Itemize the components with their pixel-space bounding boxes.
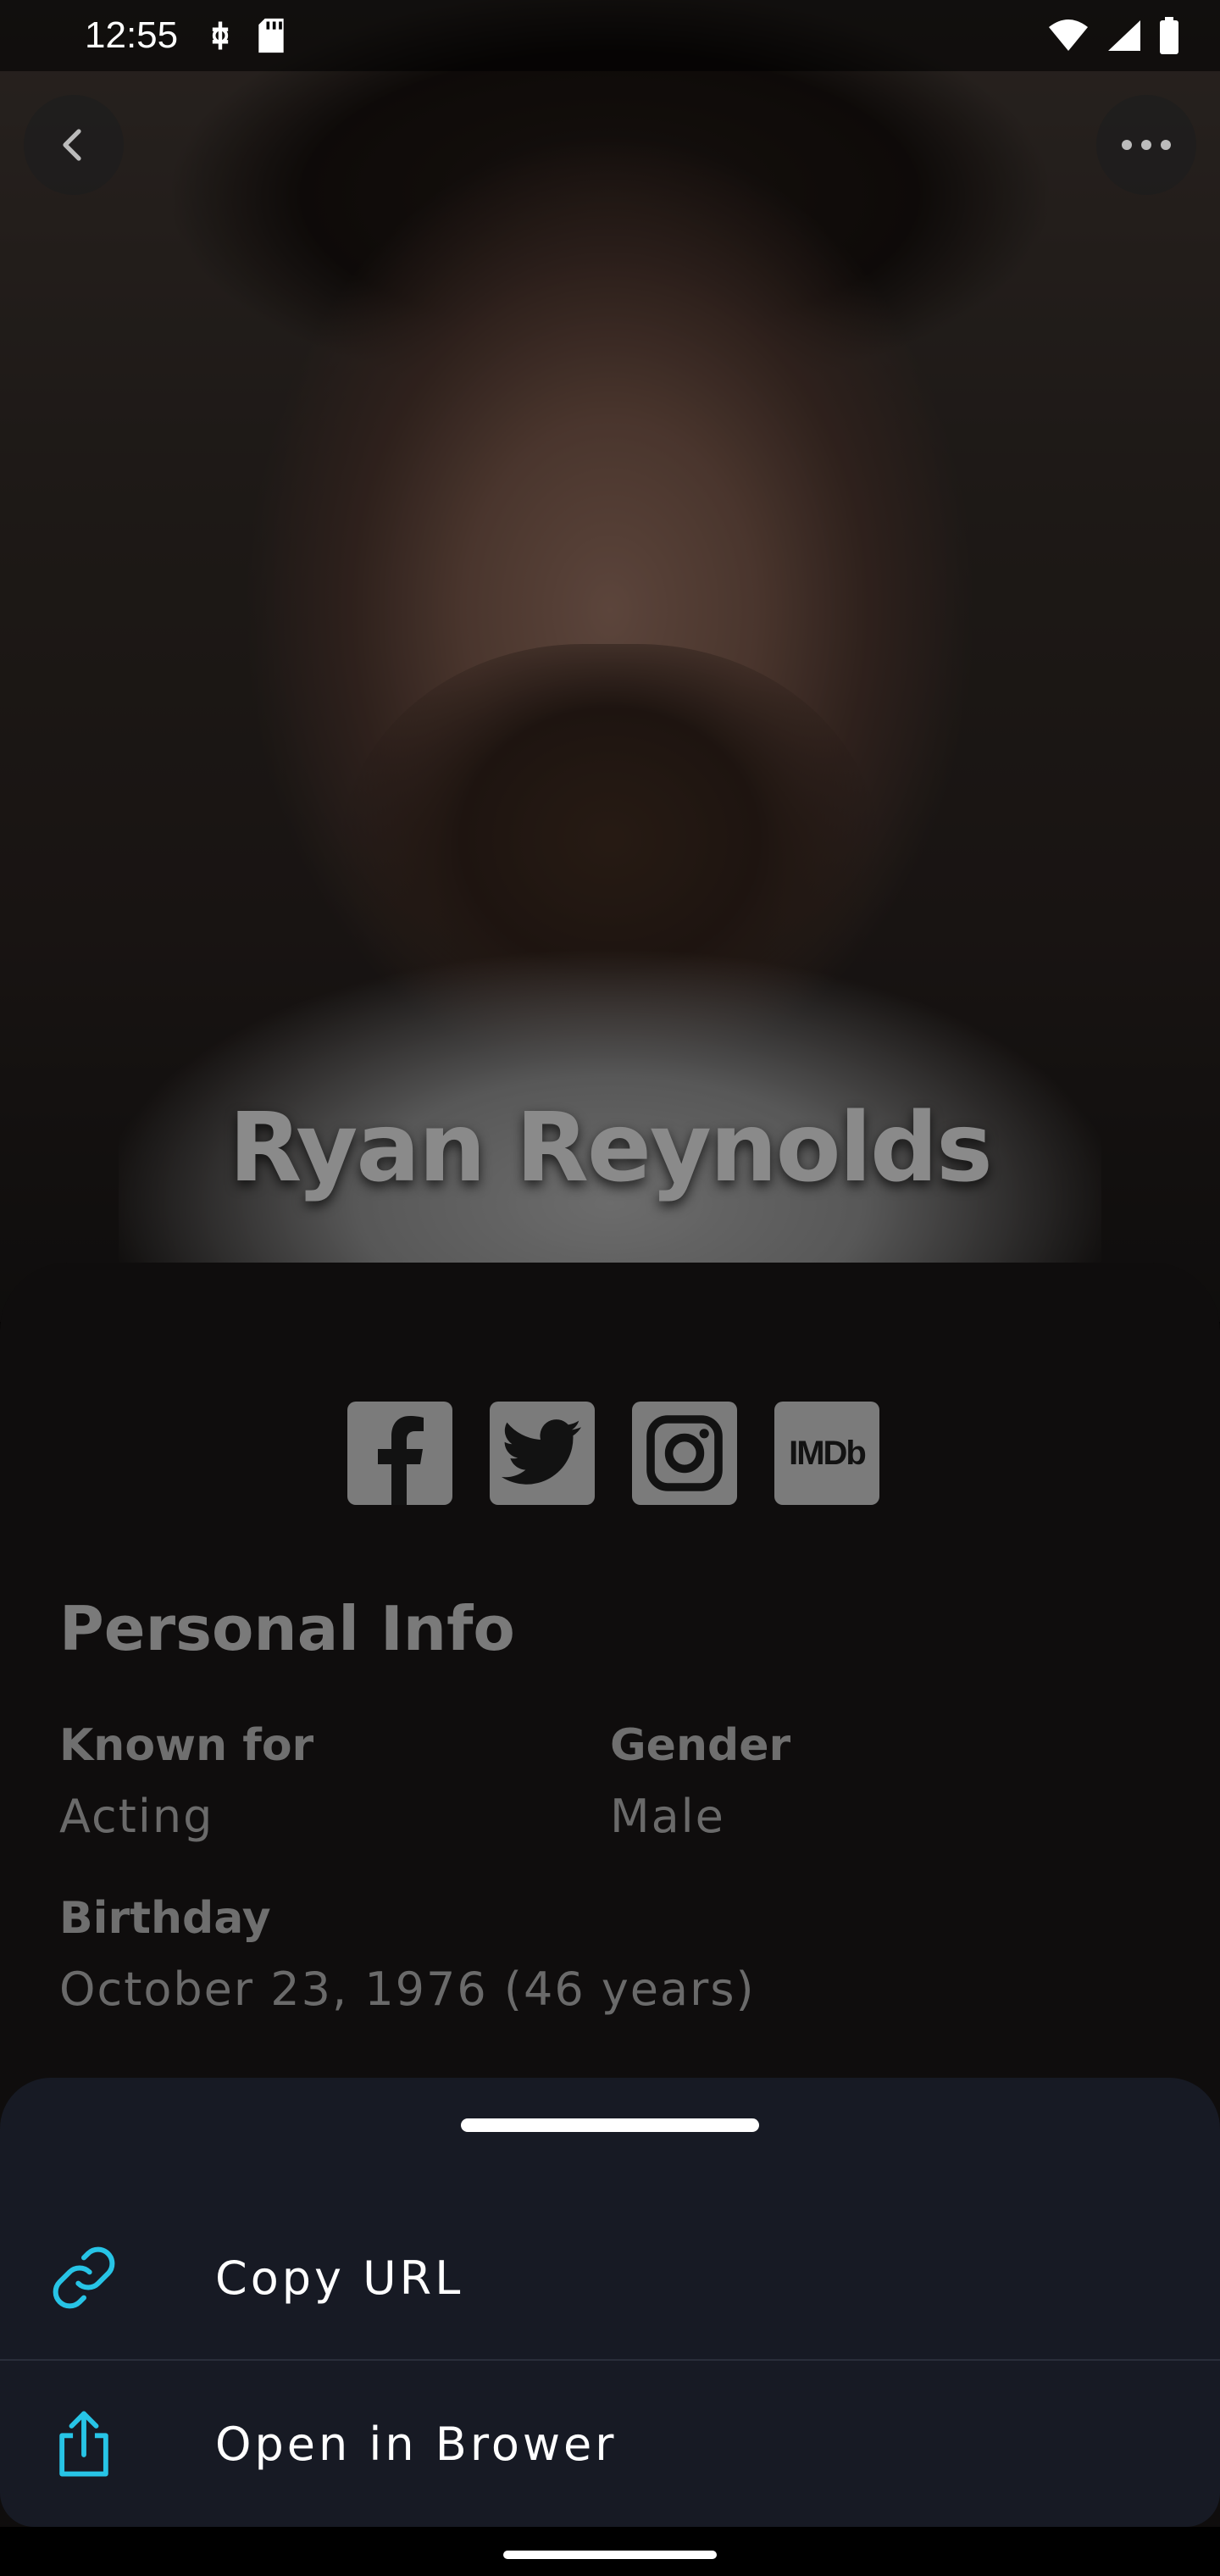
chevron-left-icon (63, 129, 81, 161)
copy-url-option[interactable]: Copy URL (0, 2195, 1220, 2361)
known-for-value: Acting (59, 1790, 214, 1843)
more-options-button[interactable] (1096, 95, 1196, 195)
birthday-value: October 23, 1976 (46 years) (59, 1963, 756, 2016)
status-bar: 12:55 (0, 0, 1220, 71)
back-button[interactable] (24, 95, 124, 195)
status-time: 12:55 (85, 14, 179, 56)
section-title-personal-info: Personal Info (59, 1593, 515, 1664)
vpn-key-icon (212, 21, 229, 50)
open-in-browser-option[interactable]: Open in Brower (0, 2361, 1220, 2527)
share-upload-icon (47, 2407, 120, 2480)
copy-url-label: Copy URL (215, 2251, 464, 2305)
link-icon (47, 2241, 120, 2314)
imdb-button[interactable]: IMDb (774, 1402, 879, 1505)
signal-icon (1108, 20, 1140, 51)
sd-card-icon (258, 18, 284, 53)
imdb-icon: IMDb (789, 1434, 867, 1472)
facebook-button[interactable] (347, 1402, 452, 1505)
twitter-button[interactable] (490, 1402, 595, 1505)
wifi-icon (1049, 19, 1088, 51)
open-in-browser-label: Open in Brower (215, 2417, 618, 2471)
home-gesture-pill[interactable] (503, 2551, 717, 2559)
social-links: IMDb (347, 1402, 879, 1505)
twitter-icon (502, 1419, 581, 1485)
person-name: Ryan Reynolds (229, 1093, 993, 1203)
gender-label: Gender (610, 1720, 791, 1771)
instagram-icon (646, 1415, 723, 1491)
more-horizontal-icon (1122, 140, 1171, 150)
known-for-label: Known for (59, 1720, 314, 1771)
gender-value: Male (610, 1790, 725, 1843)
facebook-icon (378, 1416, 424, 1505)
battery-icon (1160, 17, 1178, 54)
sheet-drag-handle[interactable] (461, 2118, 759, 2132)
birthday-label: Birthday (59, 1893, 271, 1944)
instagram-button[interactable] (632, 1402, 737, 1505)
